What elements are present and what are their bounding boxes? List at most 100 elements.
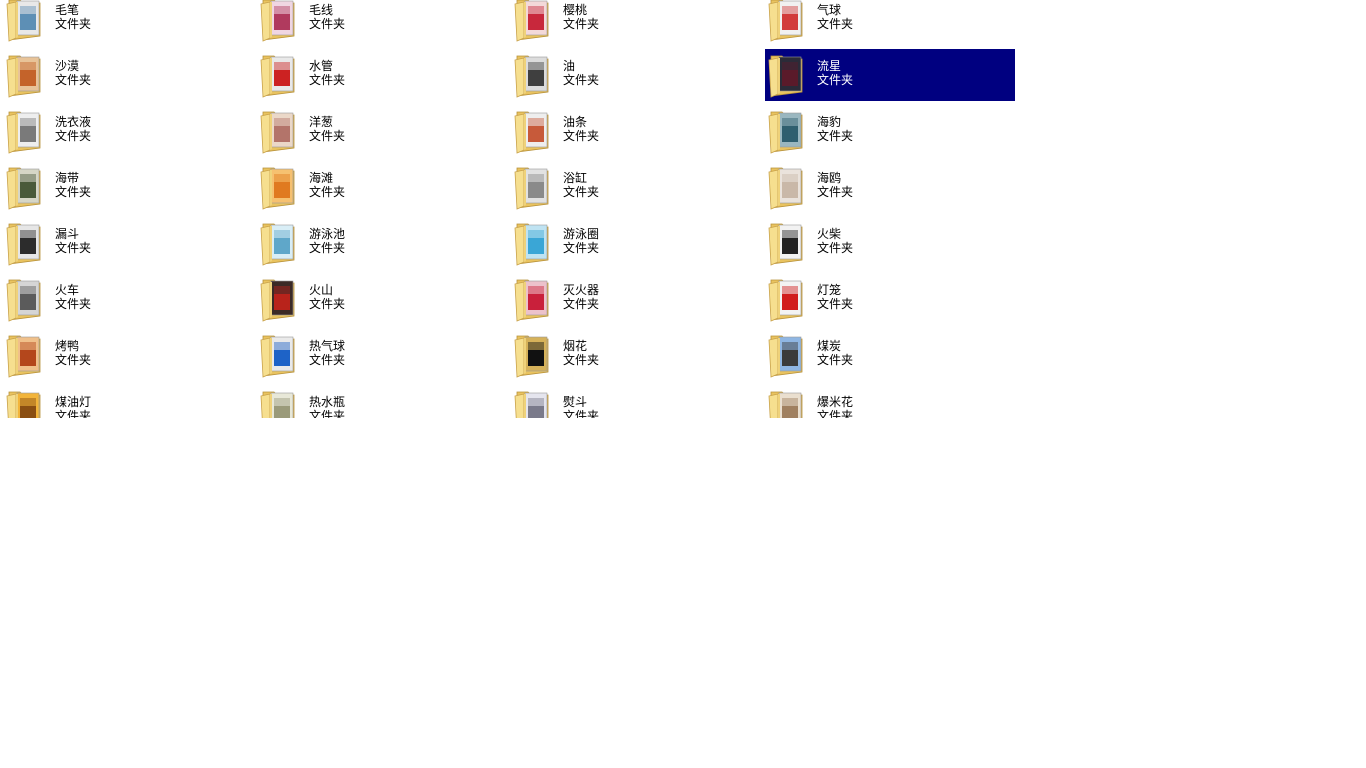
- folder-type-label: 文件夹: [817, 297, 854, 311]
- folder-type-label: 文件夹: [563, 129, 600, 143]
- folder-name: 海带: [55, 171, 80, 185]
- folder-name: 油条: [563, 115, 588, 129]
- folder-item[interactable]: 火车 文件夹: [3, 273, 253, 325]
- folder-icon: [768, 0, 803, 42]
- folder-item[interactable]: 樱桃 文件夹: [511, 0, 761, 45]
- folder-icon: [6, 55, 41, 98]
- folder-icon: [514, 335, 549, 378]
- folder-icon: [260, 391, 295, 418]
- folder-type-label: 文件夹: [563, 409, 600, 418]
- folder-type-label: 文件夹: [55, 185, 92, 199]
- folder-name: 火山: [309, 283, 334, 297]
- folder-type-label: 文件夹: [817, 185, 854, 199]
- folder-name: 浴缸: [563, 171, 588, 185]
- folder-type-label: 文件夹: [55, 241, 92, 255]
- folder-grid: 毛笔 文件夹 毛线 文件夹 樱桃 文件夹 气球 文件夹 沙漠 文件夹 水管 文件夹油文件夹 流星 文件夹洗…: [3, 0, 1019, 418]
- folder-type-label: 文件夹: [55, 353, 92, 367]
- folder-type-label: 文件夹: [309, 17, 346, 31]
- folder-item[interactable]: 浴缸 文件夹: [511, 161, 761, 213]
- folder-item[interactable]: 火柴 文件夹: [765, 217, 1015, 269]
- folder-name: 樱桃: [563, 3, 588, 17]
- folder-name: 海鸥: [817, 171, 842, 185]
- folder-name: 毛笔: [55, 3, 80, 17]
- folder-name: 煤油灯: [55, 395, 92, 409]
- folder-type-label: 文件夹: [563, 353, 600, 367]
- folder-item[interactable]: 海滩 文件夹: [257, 161, 507, 213]
- folder-type-label: 文件夹: [817, 409, 854, 418]
- folder-item[interactable]: 水管 文件夹: [257, 49, 507, 101]
- folder-item[interactable]: 毛笔 文件夹: [3, 0, 253, 45]
- folder-name: 漏斗: [55, 227, 80, 241]
- folder-name: 火车: [55, 283, 80, 297]
- folder-name: 烤鸭: [55, 339, 80, 353]
- folder-item[interactable]: 灭火器 文件夹: [511, 273, 761, 325]
- folder-type-label: 文件夹: [55, 409, 92, 418]
- folder-icon: [768, 279, 803, 322]
- folder-item[interactable]: 游泳圈 文件夹: [511, 217, 761, 269]
- folder-item[interactable]: 煤油灯 文件夹: [3, 385, 253, 418]
- folder-icon: [260, 0, 295, 42]
- folder-type-label: 文件夹: [55, 297, 92, 311]
- folder-icon: [768, 391, 803, 418]
- folder-item[interactable]: 爆米花 文件夹: [765, 385, 1015, 418]
- folder-item[interactable]: 海带 文件夹: [3, 161, 253, 213]
- folder-item[interactable]: 沙漠 文件夹: [3, 49, 253, 101]
- folder-icon: [514, 167, 549, 210]
- folder-icon: [768, 223, 803, 266]
- folder-type-label: 文件夹: [309, 297, 346, 311]
- folder-item[interactable]: 油条 文件夹: [511, 105, 761, 157]
- folder-icon: [514, 279, 549, 322]
- folder-name: 海豹: [817, 115, 842, 129]
- folder-icon: [514, 223, 549, 266]
- folder-type-label: 文件夹: [563, 17, 600, 31]
- folder-type-label: 文件夹: [817, 73, 854, 87]
- folder-name: 爆米花: [817, 395, 854, 409]
- folder-name: 洗衣液: [55, 115, 92, 129]
- file-list-view[interactable]: 毛笔 文件夹 毛线 文件夹 樱桃 文件夹 气球 文件夹 沙漠 文件夹 水管 文件夹油文件夹 流星 文件夹洗…: [0, 0, 1366, 418]
- folder-name: 沙漠: [55, 59, 80, 73]
- folder-icon: [260, 223, 295, 266]
- folder-item[interactable]: 毛线 文件夹: [257, 0, 507, 45]
- folder-item[interactable]: 热水瓶 文件夹: [257, 385, 507, 418]
- folder-icon: [6, 279, 41, 322]
- folder-item[interactable]: 油文件夹: [511, 49, 761, 101]
- folder-item[interactable]: 烟花 文件夹: [511, 329, 761, 381]
- folder-icon: [514, 111, 549, 154]
- folder-item[interactable]: 海豹 文件夹: [765, 105, 1015, 157]
- folder-name: 水管: [309, 59, 334, 73]
- folder-icon: [768, 335, 803, 378]
- folder-icon: [514, 0, 549, 42]
- folder-item[interactable]: 流星 文件夹: [765, 49, 1015, 101]
- folder-type-label: 文件夹: [309, 185, 346, 199]
- folder-type-label: 文件夹: [309, 353, 346, 367]
- folder-icon: [6, 167, 41, 210]
- folder-type-label: 文件夹: [563, 73, 600, 87]
- folder-icon: [260, 167, 295, 210]
- folder-item[interactable]: 漏斗 文件夹: [3, 217, 253, 269]
- folder-item[interactable]: 熨斗 文件夹: [511, 385, 761, 418]
- folder-type-label: 文件夹: [817, 129, 854, 143]
- folder-item[interactable]: 热气球 文件夹: [257, 329, 507, 381]
- folder-item[interactable]: 灯笼 文件夹: [765, 273, 1015, 325]
- folder-name: 油: [563, 59, 576, 73]
- folder-type-label: 文件夹: [817, 241, 854, 255]
- folder-icon: [514, 391, 549, 418]
- folder-name: 洋葱: [309, 115, 334, 129]
- folder-name: 流星: [817, 59, 842, 73]
- folder-icon: [6, 335, 41, 378]
- folder-name: 煤炭: [817, 339, 842, 353]
- folder-item[interactable]: 洗衣液 文件夹: [3, 105, 253, 157]
- folder-item[interactable]: 烤鸭 文件夹: [3, 329, 253, 381]
- folder-type-label: 文件夹: [817, 353, 854, 367]
- folder-item[interactable]: 火山 文件夹: [257, 273, 507, 325]
- folder-type-label: 文件夹: [563, 185, 600, 199]
- folder-item[interactable]: 煤炭 文件夹: [765, 329, 1015, 381]
- folder-item[interactable]: 洋葱 文件夹: [257, 105, 507, 157]
- folder-item[interactable]: 海鸥 文件夹: [765, 161, 1015, 213]
- folder-type-label: 文件夹: [309, 129, 346, 143]
- folder-icon: [6, 391, 41, 418]
- folder-item[interactable]: 气球 文件夹: [765, 0, 1015, 45]
- folder-icon: [260, 55, 295, 98]
- folder-name: 烟花: [563, 339, 588, 353]
- folder-item[interactable]: 游泳池 文件夹: [257, 217, 507, 269]
